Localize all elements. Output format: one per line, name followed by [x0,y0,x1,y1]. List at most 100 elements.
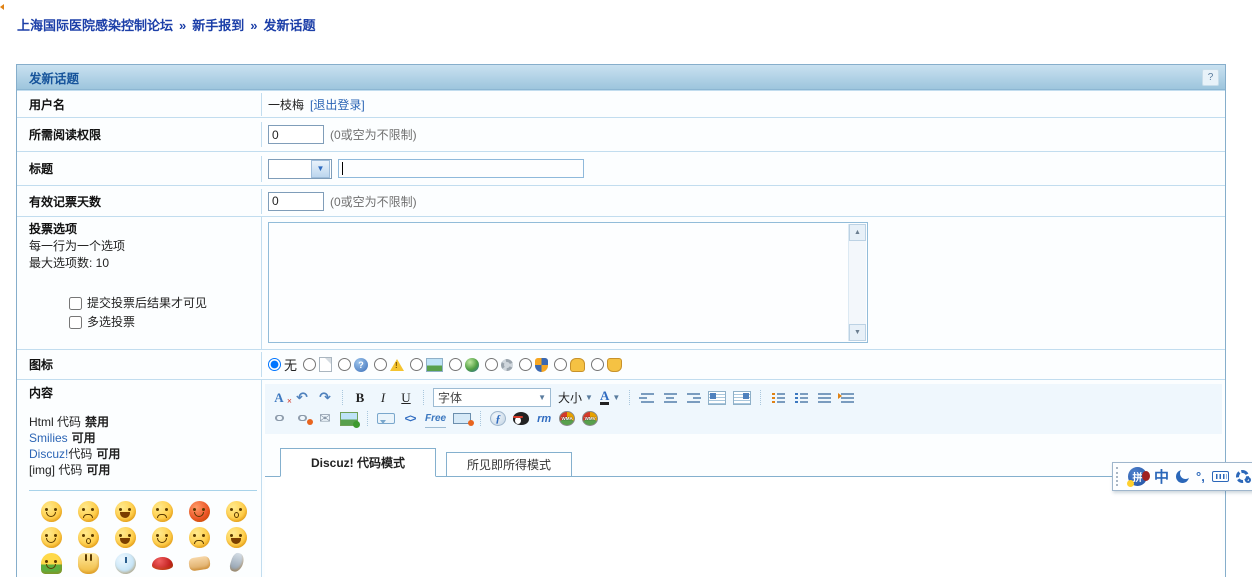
italic-button[interactable]: I [375,389,391,406]
icon-question-radio[interactable] [338,358,351,371]
outdent-icon[interactable] [816,389,832,406]
smiley-hug[interactable] [41,553,62,574]
redo-icon[interactable]: ↷ [317,389,333,406]
breadcrumb-page-link[interactable]: 发新话题 [264,18,316,33]
icon-thumb-up-radio[interactable] [554,358,567,371]
smiley-phone[interactable] [228,552,245,574]
topic-category-select[interactable]: ▼ [268,159,332,179]
logout-link[interactable]: [退出登录] [310,96,365,113]
scroll-up-button[interactable]: ▲ [849,224,866,241]
gear-icon [501,359,513,371]
breadcrumb-section-link[interactable]: 新手报到 [192,18,244,33]
fullwidth-moon-toggle-icon[interactable] [1176,470,1189,483]
free-resource-icon[interactable]: Free [425,410,446,428]
smilies-link[interactable]: Smilies [29,431,68,445]
link-icon[interactable] [271,415,287,423]
unlink-icon[interactable] [294,415,310,423]
collapse-panel-button[interactable]: ? [1202,69,1219,86]
scrollbar[interactable]: ▲ ▼ [848,224,866,341]
smiley-shy[interactable] [41,527,62,548]
icon-option-none[interactable]: 无 [268,355,297,374]
read-permission-input[interactable] [268,125,324,144]
smiley-smile[interactable] [41,501,62,522]
soft-keyboard-icon[interactable] [1212,471,1229,482]
chevron-down-icon: ▼ [538,393,546,402]
tab-discuz-code-mode[interactable]: Discuz! 代码模式 [280,448,436,477]
icon-warning-radio[interactable] [374,358,387,371]
image-align-right-icon[interactable] [733,391,751,405]
icon-option-page[interactable] [303,357,332,372]
smiley-coy[interactable] [78,527,99,548]
icon-option-shield[interactable] [519,358,548,372]
poll-multi-choice-checkbox[interactable] [69,316,82,329]
icon-option-gear[interactable] [485,358,513,371]
smiley-surprised[interactable] [226,501,247,522]
icon-option-question[interactable]: ? [338,358,368,372]
poll-options-textarea[interactable]: ▲ ▼ [268,222,868,343]
undo-icon[interactable]: ↶ [294,389,310,406]
underline-button[interactable]: U [398,389,414,406]
smiley-clock[interactable] [115,553,136,574]
flash-icon[interactable]: ƒ [490,411,506,426]
font-size-dropdown[interactable]: 大小▼ [558,389,593,406]
smiley-victory[interactable] [78,553,99,574]
punctuation-toggle[interactable]: °, [1196,469,1205,484]
icon-image-radio[interactable] [410,358,423,371]
icon-option-image[interactable] [410,358,443,372]
poll-visible-after-vote-checkbox[interactable] [69,297,82,310]
bold-button[interactable]: B [352,389,368,406]
smiley-cry[interactable] [152,501,173,522]
insert-image-icon[interactable] [340,412,358,426]
align-center-icon[interactable] [662,389,678,406]
icon-option-globe[interactable] [449,358,479,372]
breadcrumb-forum-link[interactable]: 上海国际医院感染控制论坛 [17,18,173,33]
remote-image-icon[interactable] [453,413,471,424]
ordered-list-icon[interactable] [770,389,786,406]
icon-gear-radio[interactable] [485,358,498,371]
poll-days-input[interactable] [268,192,324,211]
unordered-list-icon[interactable] [793,389,809,406]
icon-none-radio[interactable] [268,358,281,371]
icon-page-radio[interactable] [303,358,316,371]
icon-thumb-down-radio[interactable] [591,358,604,371]
icon-option-warning[interactable] [374,358,404,371]
quote-icon[interactable] [377,413,395,424]
settings-gear-icon[interactable] [1236,470,1249,483]
realmedia-icon[interactable]: rm [536,410,552,427]
smiley-giggle[interactable] [115,527,136,548]
smiley-squint[interactable] [152,527,173,548]
icon-option-thumb-down[interactable] [591,358,622,372]
discuz-code-link[interactable]: Discuz! [29,447,68,461]
image-align-left-icon[interactable] [708,391,726,405]
tab-wysiwyg-mode[interactable]: 所见即所得模式 [446,452,572,476]
align-left-icon[interactable] [639,389,655,406]
email-icon[interactable]: ✉ [317,410,333,427]
pinyin-logo-icon[interactable]: 拼 [1128,467,1147,486]
icon-globe-radio[interactable] [449,358,462,371]
wmv-icon[interactable]: WMV [582,411,598,426]
smiley-angry[interactable] [189,501,210,522]
chinese-mode-toggle[interactable]: 中 [1154,466,1169,487]
code-icon[interactable]: <> [402,410,418,427]
scroll-down-button[interactable]: ▼ [849,324,866,341]
icon-option-thumb-up[interactable] [554,358,585,372]
smiley-grin[interactable] [115,501,136,522]
smiley-laugh[interactable] [226,527,247,548]
smiley-grimace[interactable] [189,527,210,548]
indent-icon[interactable] [839,389,855,406]
smiley-kiss[interactable] [152,557,173,570]
smiley-handshake[interactable] [188,556,211,572]
align-right-icon[interactable] [685,389,701,406]
remove-format-icon[interactable]: A× [271,389,287,406]
message-editor-area[interactable] [265,477,1222,577]
title-input[interactable] [338,159,584,178]
poll-multi-choice-option[interactable]: 多选投票 [69,313,253,332]
font-family-dropdown[interactable]: 字体▼ [433,388,551,407]
ime-drag-handle[interactable] [1116,467,1121,486]
icon-shield-radio[interactable] [519,358,532,371]
qq-icon[interactable] [513,412,529,425]
font-color-button[interactable]: A▼ [600,390,620,405]
poll-visible-after-vote-option[interactable]: 提交投票后结果才可见 [69,294,253,313]
smiley-sad[interactable] [78,501,99,522]
wma-icon[interactable]: WMA [559,411,575,426]
